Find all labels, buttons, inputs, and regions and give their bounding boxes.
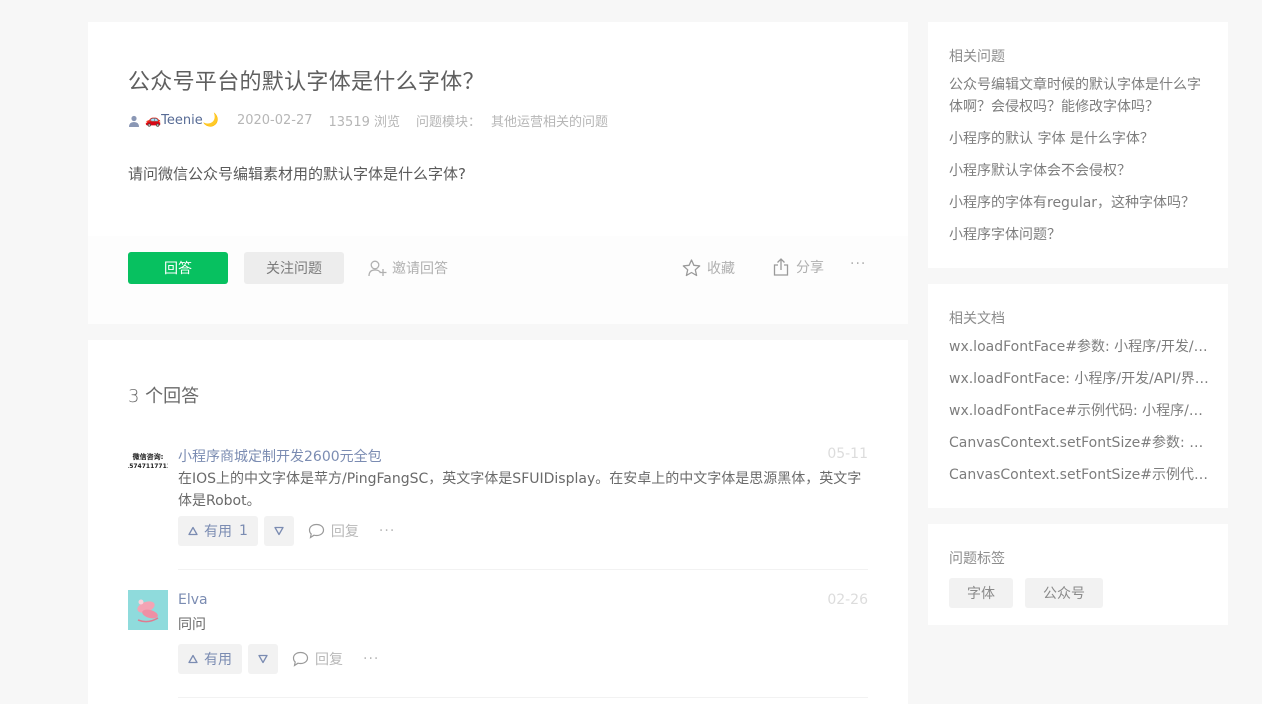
related-questions-card: 相关问题 公众号编辑文章时候的默认字体是什么字体啊？会侵权吗？能修改字体吗？ 小… bbox=[928, 22, 1228, 268]
add-user-icon bbox=[368, 260, 387, 276]
question-module-label: 问题模块： bbox=[416, 115, 482, 130]
tags-card: 问题标签 字体 公众号 bbox=[928, 524, 1228, 625]
reply-button[interactable]: 回复 bbox=[308, 521, 359, 541]
question-module[interactable]: 其他运营相关的问题 bbox=[491, 111, 608, 130]
answer-item: Elva 02-26 同问 有用 回复 ··· bbox=[128, 590, 868, 680]
answer-ops: 有用 回复 ··· bbox=[178, 644, 379, 674]
reply-label: 回复 bbox=[330, 524, 359, 540]
answer-text: 在IOS上的中文字体是苹方/PingFangSC，英文字体是SFUIDispla… bbox=[178, 471, 862, 509]
reply-label: 回复 bbox=[315, 652, 343, 668]
question-date: 2020-02-27 bbox=[236, 113, 313, 128]
avatar-image bbox=[128, 590, 168, 630]
useful-count: 1 bbox=[239, 523, 248, 539]
related-question-item[interactable]: 小程序字体问题？ bbox=[949, 224, 1209, 246]
answer-date: 02-26 bbox=[827, 592, 868, 608]
answers-count: 3 个回答 bbox=[128, 386, 200, 407]
useful-button[interactable]: 有用 bbox=[178, 644, 242, 674]
question-title: 公众号平台的默认字体是什么字体？ bbox=[128, 70, 485, 95]
answers-card: 3 个回答 微信咨询: 15747117711 小程序商城定制开发2600元全包… bbox=[88, 340, 908, 704]
question-meta: 🚗Teenie🌙 2020-02-27 13519 浏览 问题模块： 其他运营相… bbox=[128, 111, 608, 130]
comment-icon bbox=[292, 651, 309, 667]
useful-label: 有用 bbox=[204, 524, 232, 540]
upvote-icon bbox=[188, 654, 198, 664]
downvote-button[interactable] bbox=[248, 644, 278, 674]
tag-item[interactable]: 公众号 bbox=[1025, 578, 1103, 608]
question-body: 请问微信公众号编辑素材用的默认字体是什么字体? bbox=[128, 165, 466, 183]
related-question-item[interactable]: 小程序默认字体会不会侵权？ bbox=[949, 160, 1209, 182]
related-doc-item[interactable]: CanvasContext.setFontSize#示例代码: 小程序/开发/A… bbox=[949, 464, 1209, 486]
share-button[interactable]: 分享 bbox=[773, 256, 824, 278]
related-doc-item[interactable]: CanvasContext.setFontSize#参数: 小程序/开发/API bbox=[949, 432, 1209, 454]
answer-more-button[interactable]: ··· bbox=[379, 523, 395, 539]
tag-item[interactable]: 字体 bbox=[949, 578, 1013, 608]
answer-button[interactable]: 回答 bbox=[128, 252, 228, 284]
downvote-icon bbox=[258, 654, 268, 664]
invite-label: 邀请回答 bbox=[392, 261, 448, 277]
avatar[interactable] bbox=[128, 590, 168, 630]
question-author[interactable]: 🚗Teenie🌙 bbox=[128, 113, 219, 128]
collect-label: 收藏 bbox=[707, 261, 735, 277]
share-icon bbox=[773, 258, 789, 276]
follow-question-button[interactable]: 关注问题 bbox=[244, 252, 344, 284]
answer-author[interactable]: Elva bbox=[178, 592, 208, 608]
share-label: 分享 bbox=[796, 260, 824, 276]
answer-more-button[interactable]: ··· bbox=[363, 651, 379, 667]
answer-date: 05-11 bbox=[827, 446, 868, 462]
avatar-text-2: 15747117711 bbox=[128, 463, 168, 470]
avatar-image: 微信咨询: 15747117711 bbox=[125, 452, 171, 470]
divider bbox=[178, 569, 868, 570]
star-icon bbox=[682, 259, 701, 277]
more-button[interactable]: ··· bbox=[850, 256, 866, 272]
related-questions-list: 公众号编辑文章时候的默认字体是什么字体啊？会侵权吗？能修改字体吗？ 小程序的默认… bbox=[949, 74, 1209, 256]
answer-ops: 有用 1 回复 ··· bbox=[178, 516, 395, 546]
answer-item: 微信咨询: 15747117711 小程序商城定制开发2600元全包 05-11… bbox=[125, 444, 868, 554]
invite-answer-button[interactable]: 邀请回答 bbox=[368, 258, 448, 278]
useful-button[interactable]: 有用 1 bbox=[178, 516, 258, 546]
related-doc-item[interactable]: wx.loadFontFace#示例代码: 小程序/开发/API/界面/字体 bbox=[949, 400, 1209, 422]
divider bbox=[178, 697, 868, 698]
collect-button[interactable]: 收藏 bbox=[682, 258, 735, 278]
related-question-item[interactable]: 小程序的默认 字体 是什么字体？ bbox=[949, 128, 1209, 150]
question-card: 公众号平台的默认字体是什么字体？ 🚗Teenie🌙 2020-02-27 135… bbox=[88, 22, 908, 324]
reply-button[interactable]: 回复 bbox=[292, 649, 343, 669]
related-question-item[interactable]: 小程序的字体有regular，这种字体吗？ bbox=[949, 192, 1209, 214]
related-doc-item[interactable]: wx.loadFontFace#参数: 小程序/开发/API/界面/字体 bbox=[949, 336, 1209, 358]
question-actions: 回答 关注问题 邀请回答 收藏 分享 ··· bbox=[88, 236, 908, 324]
useful-label: 有用 bbox=[204, 652, 232, 668]
comment-icon bbox=[308, 523, 325, 539]
avatar[interactable]: 微信咨询: 15747117711 bbox=[125, 444, 171, 484]
answer-author[interactable]: 小程序商城定制开发2600元全包 bbox=[178, 446, 382, 466]
author-name: 🚗Teenie🌙 bbox=[145, 113, 219, 128]
question-views: 13519 浏览 bbox=[328, 115, 401, 130]
answer-text: 同问 bbox=[178, 617, 206, 633]
related-docs-list: wx.loadFontFace#参数: 小程序/开发/API/界面/字体 wx.… bbox=[949, 336, 1209, 496]
tag-list: 字体 公众号 bbox=[949, 578, 1115, 608]
related-questions-title: 相关问题 bbox=[949, 49, 1005, 65]
upvote-icon bbox=[188, 526, 198, 536]
related-question-item[interactable]: 公众号编辑文章时候的默认字体是什么字体啊？会侵权吗？能修改字体吗？ bbox=[949, 74, 1209, 118]
user-icon bbox=[129, 115, 139, 127]
related-docs-card: 相关文档 wx.loadFontFace#参数: 小程序/开发/API/界面/字… bbox=[928, 284, 1228, 508]
tags-title: 问题标签 bbox=[949, 551, 1005, 567]
downvote-button[interactable] bbox=[263, 516, 294, 546]
related-doc-item[interactable]: wx.loadFontFace: 小程序/开发/API/界面/字体 bbox=[949, 368, 1209, 390]
related-docs-title: 相关文档 bbox=[949, 311, 1005, 327]
avatar-text-1: 微信咨询: bbox=[132, 452, 164, 461]
downvote-icon bbox=[274, 526, 284, 536]
